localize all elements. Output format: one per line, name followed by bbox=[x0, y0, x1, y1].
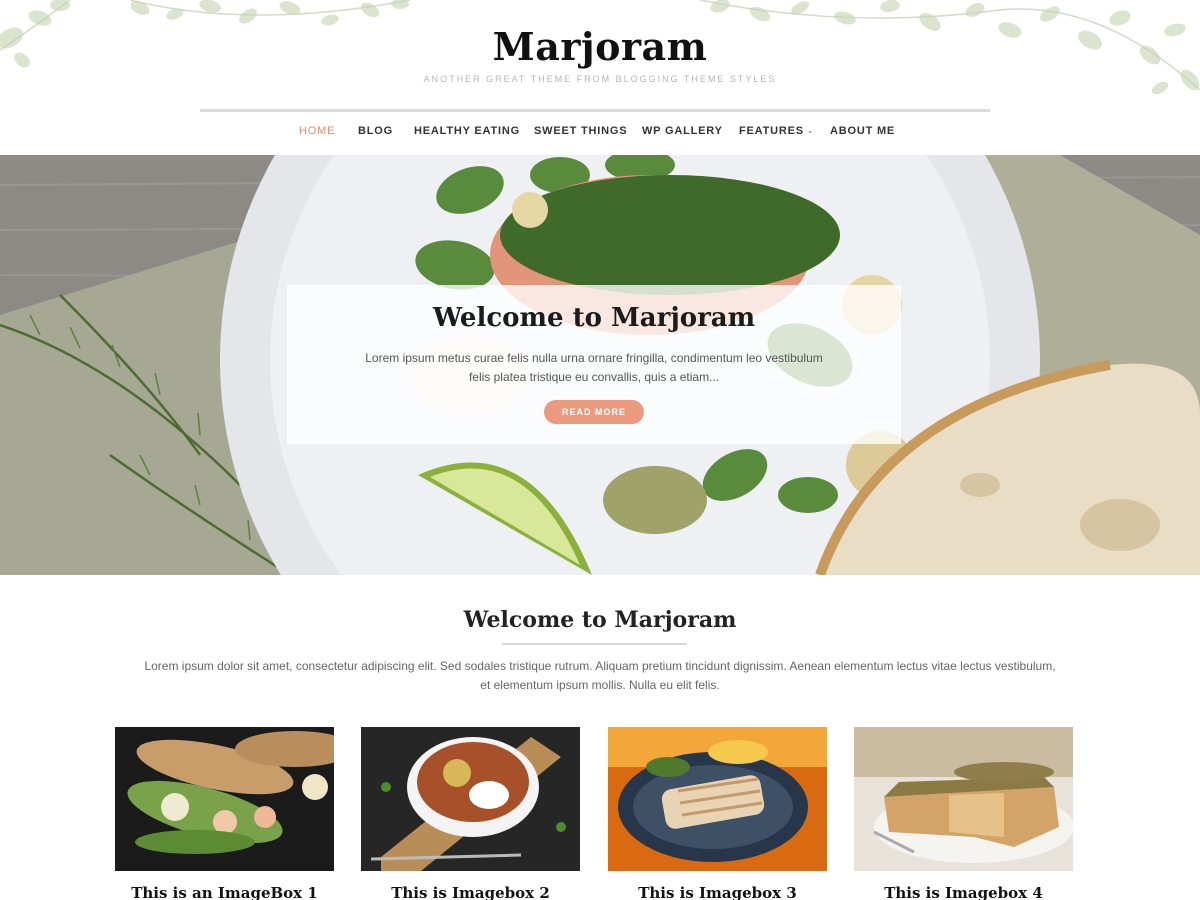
nav-item-wp-gallery[interactable]: WP GALLERY bbox=[642, 125, 723, 137]
nav-item-features-label: FEATURES bbox=[739, 125, 804, 137]
site-title[interactable]: Marjoram bbox=[0, 24, 1200, 69]
quiche-photo[interactable] bbox=[854, 727, 1073, 871]
imagebox-1: This is an ImageBox 1 bbox=[115, 727, 334, 900]
imagebox-3: This is Imagebox 3 bbox=[608, 727, 827, 900]
read-more-button[interactable]: READ MORE bbox=[544, 400, 644, 424]
imagebox-title[interactable]: This is Imagebox 3 bbox=[608, 884, 827, 900]
imagebox-2: This is Imagebox 2 bbox=[361, 727, 580, 900]
hero-title: Welcome to Marjoram bbox=[432, 303, 756, 333]
nav-item-blog[interactable]: BLOG bbox=[358, 125, 393, 137]
main-nav: HOME BLOG HEALTHY EATING SWEET THINGS WP… bbox=[0, 125, 1200, 143]
imagebox-4: This is Imagebox 4 bbox=[854, 727, 1073, 900]
hero-card: Welcome to Marjoram Lorem ipsum metus cu… bbox=[287, 285, 901, 444]
site-tagline: ANOTHER GREAT THEME FROM BLOGGING THEME … bbox=[423, 74, 777, 84]
chevron-down-icon: ⌄ bbox=[806, 126, 815, 135]
sandwich-photo[interactable] bbox=[115, 727, 334, 871]
nav-item-healthy-eating[interactable]: HEALTHY EATING bbox=[414, 125, 520, 137]
nav-divider bbox=[200, 109, 990, 112]
section-intro-text: Lorem ipsum dolor sit amet, consectetur … bbox=[144, 659, 1056, 692]
hero-banner: Welcome to Marjoram Lorem ipsum metus cu… bbox=[0, 155, 1200, 575]
imagebox-title[interactable]: This is Imagebox 4 bbox=[854, 884, 1073, 900]
soup-bowl-photo[interactable] bbox=[361, 727, 580, 871]
section-divider bbox=[502, 643, 687, 645]
nav-item-features[interactable]: FEATURES ⌄ bbox=[739, 125, 814, 137]
imagebox-title[interactable]: This is Imagebox 2 bbox=[361, 884, 580, 900]
imagebox-title[interactable]: This is an ImageBox 1 bbox=[115, 884, 334, 900]
grilled-fish-photo[interactable] bbox=[608, 727, 827, 871]
hero-excerpt: Lorem ipsum metus curae felis nulla urna… bbox=[365, 351, 823, 384]
nav-item-home[interactable]: HOME bbox=[299, 125, 335, 137]
nav-item-about-me[interactable]: ABOUT ME bbox=[830, 125, 895, 137]
nav-item-sweet-things[interactable]: SWEET THINGS bbox=[534, 125, 627, 137]
site-header: Marjoram ANOTHER GREAT THEME FROM BLOGGI… bbox=[0, 0, 1200, 155]
section-title: Welcome to Marjoram bbox=[463, 607, 737, 633]
